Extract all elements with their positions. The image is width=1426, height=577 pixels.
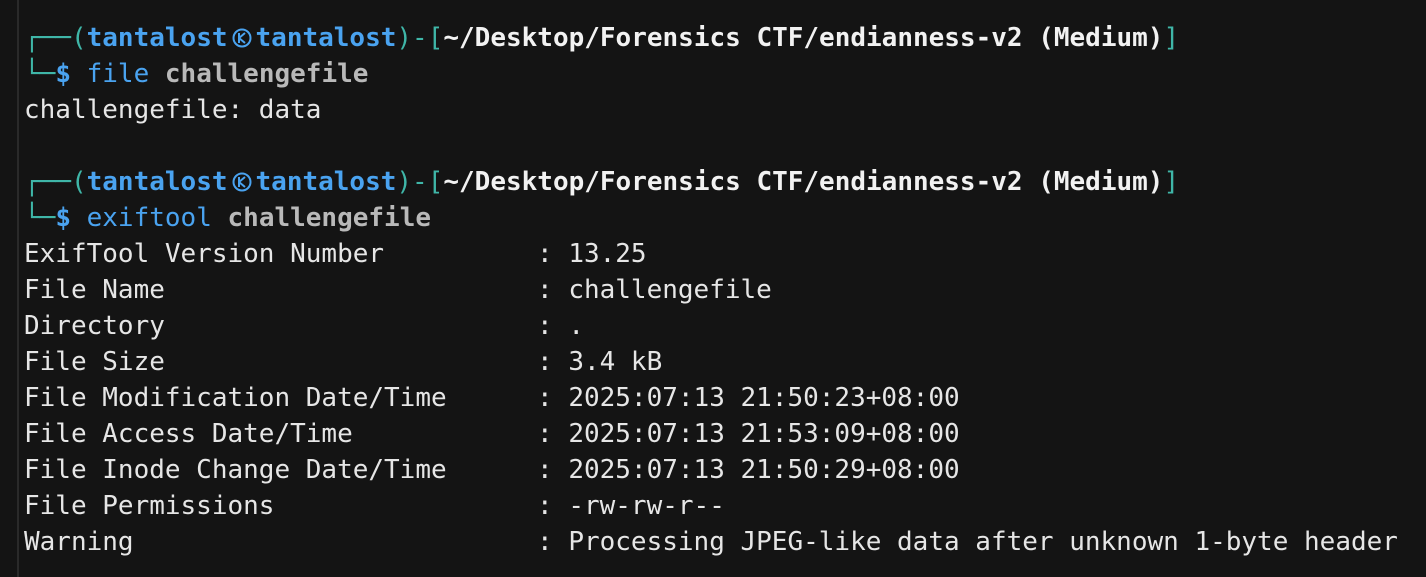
prompt-user: tantalost: [86, 23, 228, 53]
prompt-frame-bottom: └─: [24, 59, 56, 89]
exif-value: 3.4 kB: [568, 347, 663, 377]
prompt-frame-close: ]: [1163, 23, 1180, 53]
exif-separator: :: [537, 383, 569, 413]
exif-separator: :: [537, 527, 569, 557]
exif-separator: :: [537, 275, 569, 305]
exif-row: File Size: 3.4 kB: [24, 344, 1426, 380]
exif-value: 2025:07:13 21:50:29+08:00: [568, 455, 960, 485]
exif-key: File Inode Change Date/Time: [24, 455, 447, 485]
exif-row: Directory: .: [24, 308, 1426, 344]
exif-key: Directory: [24, 311, 165, 341]
exif-key: File Access Date/Time: [24, 419, 353, 449]
prompt-frame-open: ┌──(: [24, 167, 87, 197]
command-name: exiftool: [86, 203, 212, 233]
terminal-left-border: [17, 0, 19, 577]
exif-value: -rw-rw-r--: [568, 491, 725, 521]
command-argument: challengefile: [164, 59, 369, 89]
exif-row: File Name: challengefile: [24, 272, 1426, 308]
kali-skull-icon: [232, 28, 252, 48]
prompt-dollar: $: [55, 203, 71, 233]
exif-row: Warning: Processing JPEG-like data after…: [24, 524, 1426, 560]
prompt-frame-bottom: └─: [24, 203, 56, 233]
exif-separator: :: [537, 419, 569, 449]
exif-key: File Permissions: [24, 491, 275, 521]
prompt-user: tantalost: [86, 167, 228, 197]
exif-separator: :: [537, 455, 569, 485]
exif-value: 2025:07:13 21:53:09+08:00: [568, 419, 960, 449]
exiftool-output: ExifTool Version Number: 13.25 File Name…: [24, 236, 1426, 560]
terminal-output[interactable]: ┌──(tantalost tantalost)-[~/Desktop/Foren…: [24, 20, 1426, 577]
exif-row: File Access Date/Time: 2025:07:13 21:53:…: [24, 416, 1426, 452]
exif-value: 13.25: [568, 239, 647, 269]
exif-value: challengefile: [568, 275, 772, 305]
prompt-cwd: ~/Desktop/Forensics CTF/endianness-v2 (M…: [443, 167, 1164, 197]
exif-row: File Inode Change Date/Time: 2025:07:13 …: [24, 452, 1426, 488]
command-name: file: [86, 59, 150, 89]
kali-skull-icon: [232, 172, 252, 192]
exif-value: 2025:07:13 21:50:23+08:00: [568, 383, 960, 413]
exif-key: ExifTool Version Number: [24, 239, 385, 269]
command-line: └─$ file challengefile: [24, 56, 1426, 92]
output-line: challengefile: data: [24, 95, 322, 125]
exif-separator: :: [537, 491, 569, 521]
exif-value: .: [568, 311, 584, 341]
exif-key: File Modification Date/Time: [24, 383, 447, 413]
exif-separator: :: [537, 347, 569, 377]
prompt-line: ┌──(tantalost tantalost)-[~/Desktop/Foren…: [24, 20, 1426, 56]
exif-key: File Name: [24, 275, 165, 305]
prompt-dollar: $: [55, 59, 71, 89]
prompt-frame-close: ]: [1163, 167, 1180, 197]
prompt-host: tantalost: [255, 167, 397, 197]
exif-value: Processing JPEG-like data after unknown …: [568, 527, 1398, 557]
exif-separator: :: [537, 311, 569, 341]
command-line: └─$ exiftool challengefile: [24, 200, 1426, 236]
prompt-line: ┌──(tantalost tantalost)-[~/Desktop/Foren…: [24, 164, 1426, 200]
prompt-host: tantalost: [255, 23, 397, 53]
exif-row: ExifTool Version Number: 13.25: [24, 236, 1426, 272]
exif-separator: :: [537, 239, 569, 269]
exif-row: File Permissions: -rw-rw-r--: [24, 488, 1426, 524]
exif-key: Warning: [24, 527, 134, 557]
exif-key: File Size: [24, 347, 165, 377]
prompt-frame-mid: )-[: [396, 167, 444, 197]
exif-row: File Modification Date/Time: 2025:07:13 …: [24, 380, 1426, 416]
prompt-frame-mid: )-[: [396, 23, 444, 53]
prompt-frame-open: ┌──(: [24, 23, 87, 53]
prompt-cwd: ~/Desktop/Forensics CTF/endianness-v2 (M…: [443, 23, 1164, 53]
command-argument: challengefile: [227, 203, 432, 233]
